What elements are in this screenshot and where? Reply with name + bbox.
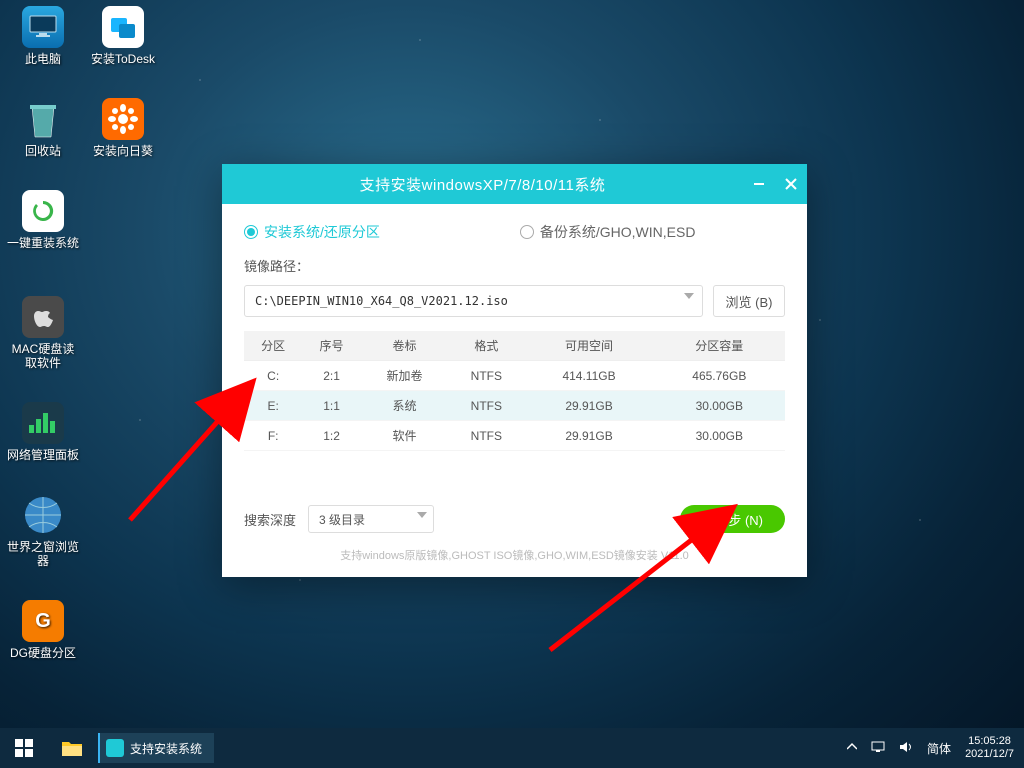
table-header: 卷标 [361,331,449,361]
table-row[interactable]: E:1:1系统NTFS29.91GB30.00GB [244,391,785,421]
window-title: 支持安装windowsXP/7/8/10/11系统 [222,174,743,195]
chevron-down-icon [417,512,427,518]
desktop-icon-netpanel[interactable]: 网络管理面板 [6,402,80,462]
titlebar: 支持安装windowsXP/7/8/10/11系统 [222,164,807,204]
minimize-button[interactable] [743,164,775,204]
close-button[interactable] [775,164,807,204]
ime-indicator[interactable]: 简体 [927,740,951,757]
todesk-icon [108,12,138,42]
sunflower-icon [108,104,138,134]
dg-letter-icon: G [35,610,51,633]
path-label: 镜像路径： [244,256,785,275]
apple-icon [32,304,54,330]
start-button[interactable] [0,728,48,768]
installer-window: 支持安装windowsXP/7/8/10/11系统 安装系统/还原分区 备份系统… [222,164,807,577]
partition-table: 分区序号卷标格式可用空间分区容量C:2:1新加卷NTFS414.11GB465.… [244,331,785,451]
table-row[interactable]: F:1:2软件NTFS29.91GB30.00GB [244,421,785,451]
desktop-icon-macdisk[interactable]: MAC硬盘读取软件 [6,296,80,370]
image-path-dropdown[interactable]: C:\DEEPIN_WIN10_X64_Q8_V2021.12.iso [244,285,703,317]
file-explorer-button[interactable] [48,728,96,768]
system-tray: 简体 15:05:282021/12/7 [847,735,1024,761]
desktop-icon-recycle[interactable]: 回收站 [6,98,80,158]
network-icon[interactable] [871,741,885,756]
search-depth-select[interactable]: 3 级目录 [308,505,434,533]
monitor-icon [29,15,57,39]
globe-icon [23,495,63,535]
desktop-icon-reinstall[interactable]: 一键重装系统 [6,190,80,250]
tray-clock[interactable]: 15:05:282021/12/7 [965,735,1014,761]
desktop-icon-todesk[interactable]: 安装ToDesk [86,6,160,66]
chart-icon [27,411,59,435]
table-header: 分区容量 [654,331,785,361]
desktop-icon-dgdisk[interactable]: GDG硬盘分区 [6,600,80,660]
mode-install-radio[interactable]: 安装系统/还原分区 [244,222,380,242]
table-header: 序号 [302,331,360,361]
folder-icon [61,739,83,757]
table-header: 可用空间 [524,331,653,361]
mode-backup-radio[interactable]: 备份系统/GHO,WIN,ESD [520,222,696,242]
desktop-icon-thispc[interactable]: 此电脑 [6,6,80,66]
taskbar: 支持安装系统 简体 15:05:282021/12/7 [0,728,1024,768]
chevron-down-icon [684,293,694,299]
footer-note: 支持windows原版镜像,GHOST ISO镜像,GHO,WIM,ESD镜像安… [244,547,785,563]
taskbar-app-installer[interactable]: 支持安装系统 [98,733,214,763]
reinstall-icon [30,198,56,224]
radio-dot-icon [520,225,534,239]
desktop-icon-sunflower[interactable]: 安装向日葵 [86,98,160,158]
table-header: 分区 [244,331,302,361]
table-row[interactable]: C:2:1新加卷NTFS414.11GB465.76GB [244,361,785,391]
recyclebin-icon [26,99,60,139]
table-header: 格式 [448,331,524,361]
desktop-icon-browser[interactable]: 世界之窗浏览器 [6,494,80,568]
next-button[interactable]: 下一步 (N) [680,505,785,533]
volume-icon[interactable] [899,741,913,756]
windows-icon [15,739,33,757]
radio-dot-icon [244,225,258,239]
search-depth-label: 搜索深度 [244,510,296,529]
tray-chevron-icon[interactable] [847,742,857,755]
browse-button[interactable]: 浏览 (B) [713,285,785,317]
app-icon [106,739,124,757]
